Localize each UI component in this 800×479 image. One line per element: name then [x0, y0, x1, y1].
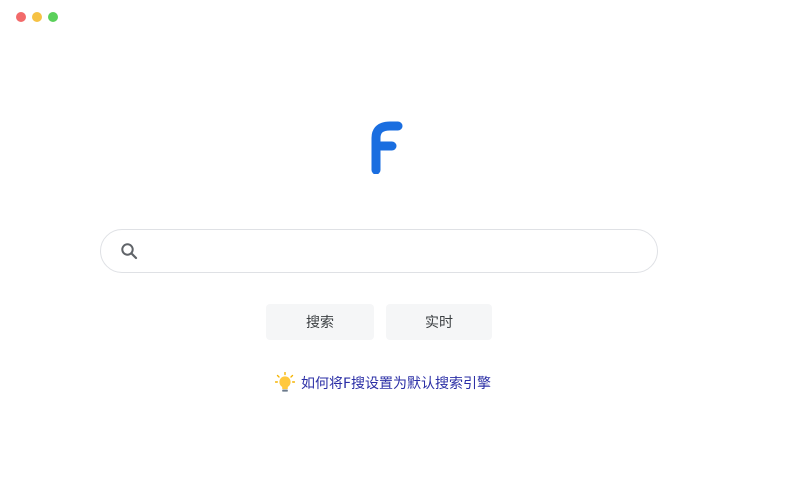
search-button[interactable]: 搜索	[266, 304, 374, 340]
search-icon	[120, 242, 138, 260]
lightbulb-icon	[275, 372, 295, 394]
app-window: 搜索 实时 如何将F搜设置为默认搜索引擎	[0, 0, 800, 479]
close-window-button[interactable]	[16, 12, 26, 22]
action-buttons: 搜索 实时	[266, 304, 492, 340]
set-default-search-link[interactable]: 如何将F搜设置为默认搜索引擎	[275, 372, 491, 394]
search-input[interactable]	[148, 230, 637, 272]
search-box[interactable]	[100, 229, 658, 273]
f-logo-icon	[366, 118, 406, 175]
set-default-search-text: 如何将F搜设置为默认搜索引擎	[301, 376, 492, 392]
minimize-window-button[interactable]	[32, 12, 42, 22]
window-controls	[16, 12, 58, 22]
realtime-button[interactable]: 实时	[386, 304, 492, 340]
zoom-window-button[interactable]	[48, 12, 58, 22]
